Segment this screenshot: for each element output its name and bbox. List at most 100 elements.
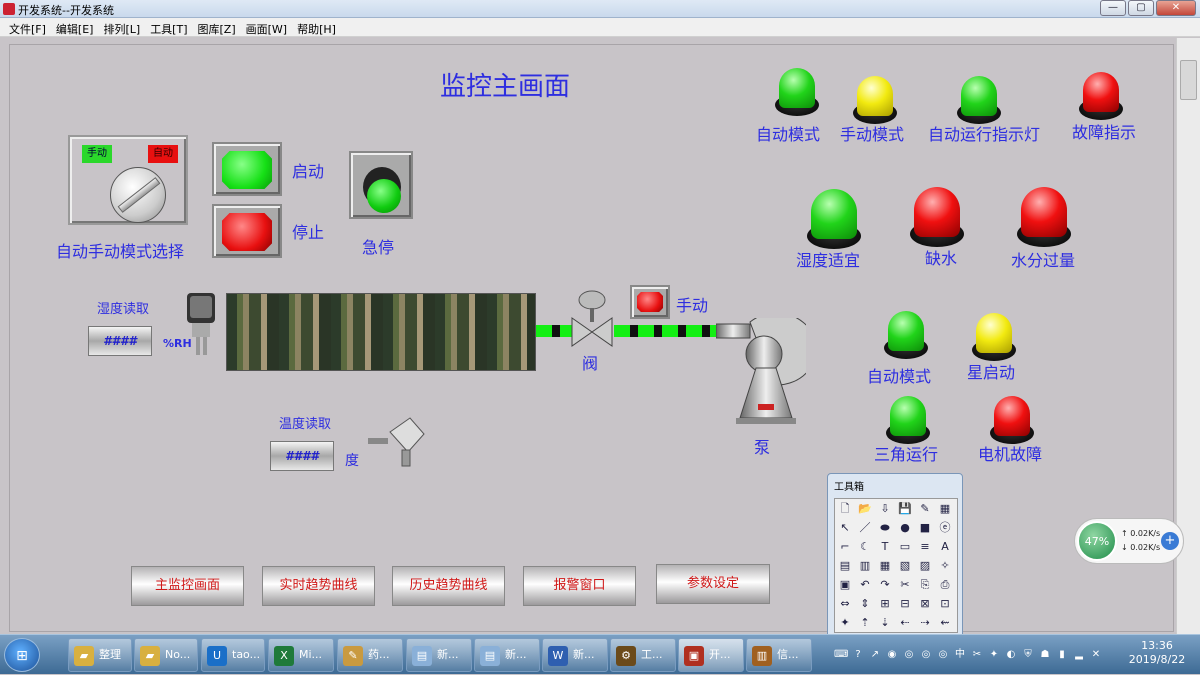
tool-icon[interactable]: ⇢ bbox=[915, 613, 935, 632]
taskbar-item-0[interactable]: ▰ 整理 bbox=[68, 638, 132, 672]
tool-icon[interactable]: ⎙ bbox=[935, 575, 955, 594]
network-speed-widget[interactable]: 47% ↑ 0.02K/s ↓ 0.02K/s + bbox=[1074, 518, 1184, 564]
input-icon[interactable]: 中 bbox=[953, 648, 967, 662]
tool-icon[interactable]: T bbox=[875, 537, 895, 556]
start-button[interactable] bbox=[212, 142, 282, 196]
tool-icon[interactable]: ⊠ bbox=[915, 594, 935, 613]
tray-app-icon[interactable]: ✦ bbox=[987, 648, 1001, 662]
tool-icon[interactable]: ⇩ bbox=[875, 499, 895, 518]
close-button[interactable]: ✕ bbox=[1156, 0, 1196, 16]
tool-icon[interactable]: ／ bbox=[855, 518, 875, 537]
tool-icon[interactable]: ⓔ bbox=[935, 518, 955, 537]
tool-icon[interactable]: ▨ bbox=[915, 556, 935, 575]
nav-parameter-settings[interactable]: 参数设定 bbox=[656, 564, 770, 604]
auto-mode2-label: 自动模式 bbox=[867, 367, 932, 386]
help-icon[interactable]: ? bbox=[851, 648, 865, 662]
tool-icon[interactable]: A bbox=[935, 537, 955, 556]
taskbar-item-8[interactable]: ⚙ 工... bbox=[610, 638, 676, 672]
manual-valve-button[interactable] bbox=[630, 285, 670, 319]
tool-icon[interactable]: ⊡ bbox=[935, 594, 955, 613]
qq-icon[interactable]: ◉ bbox=[885, 648, 899, 662]
tray-app-icon[interactable]: ▮ bbox=[1055, 648, 1069, 662]
mode-selector-switch[interactable]: 手动 自动 bbox=[68, 135, 188, 225]
tool-icon[interactable]: ⇕ bbox=[855, 594, 875, 613]
tool-icon[interactable]: ■ bbox=[915, 518, 935, 537]
taskbar-item-1[interactable]: ▰ No... bbox=[134, 638, 198, 672]
tool-icon[interactable]: ✦ bbox=[835, 613, 855, 632]
tray-app-icon[interactable]: ◎ bbox=[919, 648, 933, 662]
clock[interactable]: 13:36 2019/8/22 bbox=[1122, 639, 1192, 667]
menu-library[interactable]: 图库[Z] bbox=[193, 18, 241, 36]
tool-icon[interactable]: ↖ bbox=[835, 518, 855, 537]
taskbar-item-4[interactable]: ✎ 药... bbox=[337, 638, 403, 672]
tool-icon[interactable]: ⊞ bbox=[875, 594, 895, 613]
tool-icon[interactable]: 🗋 bbox=[835, 499, 855, 518]
nav-history-trend[interactable]: 历史趋势曲线 bbox=[392, 566, 505, 606]
tool-icon[interactable]: ⇠ bbox=[895, 613, 915, 632]
page-title: 监控主画面 bbox=[440, 72, 571, 102]
nav-alarm-window[interactable]: 报警窗口 bbox=[523, 566, 636, 606]
tray-app-icon[interactable]: ◎ bbox=[902, 648, 916, 662]
browser-icon[interactable]: ◐ bbox=[1004, 648, 1018, 662]
tool-icon[interactable]: ● bbox=[895, 518, 915, 537]
tool-icon[interactable]: ⇜ bbox=[935, 613, 955, 632]
tool-icon[interactable]: ↶ bbox=[855, 575, 875, 594]
tool-icon[interactable]: ↷ bbox=[875, 575, 895, 594]
nav-realtime-trend[interactable]: 实时趋势曲线 bbox=[262, 566, 375, 606]
nav-main-monitor[interactable]: 主监控画面 bbox=[131, 566, 244, 606]
menu-arrange[interactable]: 排列[L] bbox=[98, 18, 145, 36]
tool-icon[interactable]: ✂ bbox=[970, 648, 984, 662]
tool-icon[interactable]: ▥ bbox=[855, 556, 875, 575]
emergency-stop-button[interactable] bbox=[349, 151, 413, 219]
minimize-button[interactable]: — bbox=[1100, 0, 1126, 16]
menu-tools[interactable]: 工具[T] bbox=[145, 18, 192, 36]
tool-icon[interactable]: ▦ bbox=[875, 556, 895, 575]
tool-icon[interactable]: ☾ bbox=[855, 537, 875, 556]
tool-icon[interactable]: ⌐ bbox=[835, 537, 855, 556]
taskbar-item-2[interactable]: Utao... bbox=[201, 638, 265, 672]
tool-icon[interactable]: ⊟ bbox=[895, 594, 915, 613]
tool-icon[interactable]: ⎘ bbox=[915, 575, 935, 594]
stop-button[interactable] bbox=[212, 204, 282, 258]
tool-icon[interactable]: 📂 bbox=[855, 499, 875, 518]
arrow-icon[interactable]: ↗ bbox=[868, 648, 882, 662]
maximize-button[interactable]: ▢ bbox=[1128, 0, 1154, 16]
signal-icon[interactable]: ▂ bbox=[1072, 648, 1086, 662]
tool-icon[interactable]: ⇡ bbox=[855, 613, 875, 632]
tool-icon[interactable]: 💾 bbox=[895, 499, 915, 518]
tool-icon[interactable]: ▧ bbox=[895, 556, 915, 575]
tray-app-icon[interactable]: ☗ bbox=[1038, 648, 1052, 662]
tool-icon[interactable]: ✎ bbox=[915, 499, 935, 518]
keyboard-icon[interactable]: ⌨ bbox=[834, 648, 848, 662]
tool-icon[interactable]: ▦ bbox=[935, 499, 955, 518]
shield-icon[interactable]: ⛨ bbox=[1021, 648, 1035, 662]
tool-icon[interactable]: ⇔ bbox=[835, 594, 855, 613]
tool-icon[interactable]: ▣ bbox=[835, 575, 855, 594]
tool-icon[interactable]: ⬬ bbox=[875, 518, 895, 537]
menu-screen[interactable]: 画面[W] bbox=[241, 18, 292, 36]
tool-icon[interactable]: ▤ bbox=[835, 556, 855, 575]
taskbar-item-3[interactable]: X Mi... bbox=[268, 638, 334, 672]
tool-icon[interactable]: ✂ bbox=[895, 575, 915, 594]
tool-icon[interactable]: ≡ bbox=[915, 537, 935, 556]
taskbar-item-5[interactable]: ▤ 新... bbox=[406, 638, 472, 672]
motor-fault-label: 电机故障 bbox=[978, 445, 1043, 464]
taskbar-item-9[interactable]: ▣ 开... bbox=[678, 638, 744, 672]
taskbar-item-10[interactable]: ▥ 信... bbox=[746, 638, 812, 672]
tool-icon[interactable]: ▭ bbox=[895, 537, 915, 556]
taskbar-item-6[interactable]: ▤ 新... bbox=[474, 638, 540, 672]
taskbar-item-7[interactable]: W 新... bbox=[542, 638, 608, 672]
menu-edit[interactable]: 编辑[E] bbox=[51, 18, 99, 36]
valve-label: 阀 bbox=[582, 354, 599, 373]
selector-knob[interactable] bbox=[110, 167, 166, 223]
menu-help[interactable]: 帮助[H] bbox=[292, 18, 341, 36]
mute-icon[interactable]: ✕ bbox=[1089, 648, 1103, 662]
tool-icon[interactable]: ✧ bbox=[935, 556, 955, 575]
plus-icon[interactable]: + bbox=[1161, 532, 1179, 550]
start-button[interactable]: ⊞ bbox=[4, 638, 40, 672]
scroll-thumb[interactable] bbox=[1180, 60, 1197, 100]
auto-tag: 自动 bbox=[148, 145, 178, 163]
menu-file[interactable]: 文件[F] bbox=[4, 18, 51, 36]
tool-icon[interactable]: ⇣ bbox=[875, 613, 895, 632]
tray-app-icon[interactable]: ◎ bbox=[936, 648, 950, 662]
